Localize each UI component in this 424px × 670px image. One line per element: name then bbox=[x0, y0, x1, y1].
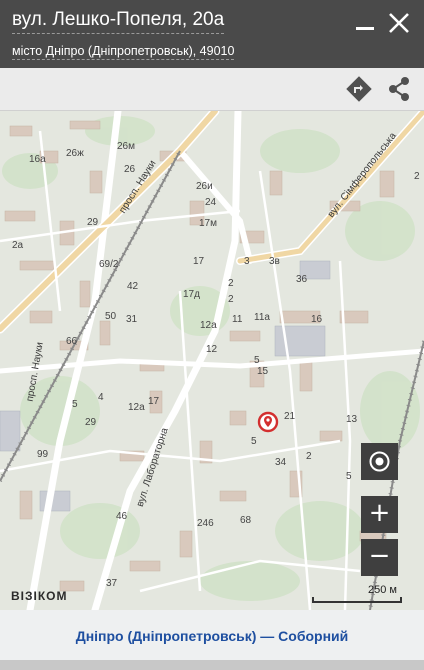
building-number: 16 bbox=[311, 314, 323, 325]
building-number: 12а bbox=[128, 402, 145, 413]
building-number: 3в bbox=[269, 256, 280, 267]
building-number: 5 bbox=[251, 436, 257, 447]
route-icon bbox=[346, 76, 372, 102]
address-title[interactable]: вул. Лешко-Попеля, 20а bbox=[12, 9, 225, 34]
building-number: 2 bbox=[414, 171, 420, 182]
location-marker[interactable] bbox=[257, 411, 279, 435]
share-icon bbox=[389, 77, 409, 101]
locate-button[interactable] bbox=[361, 443, 398, 480]
building-number: 16а bbox=[29, 154, 46, 165]
building-number: 17 bbox=[193, 256, 205, 267]
map-view[interactable]: просп. Науки просп. Науки вул. Лаборатор… bbox=[0, 111, 424, 610]
building-number: 99 bbox=[37, 449, 49, 460]
building-number: 15 bbox=[257, 366, 269, 377]
building-number: 26и bbox=[196, 181, 213, 192]
district-link[interactable]: Дніпро (Дніпропетровськ) — Соборний bbox=[76, 628, 349, 644]
city-subtitle[interactable]: місто Дніпро (Дніпропетровськ), 49010 bbox=[12, 44, 235, 60]
building-number: 21 bbox=[284, 411, 296, 422]
building-number: 246 bbox=[197, 518, 214, 529]
building-number: 2а bbox=[12, 240, 24, 251]
building-number: 36 bbox=[296, 274, 308, 285]
close-button[interactable] bbox=[384, 8, 414, 38]
building-number: 17м bbox=[199, 218, 217, 229]
building-number: 5 bbox=[346, 471, 352, 482]
building-number: 66 bbox=[66, 336, 78, 347]
building-number: 17 bbox=[148, 396, 160, 407]
building-number: 34 bbox=[275, 457, 287, 468]
building-number: 26 bbox=[124, 164, 136, 175]
building-number: 5 bbox=[254, 355, 260, 366]
building-number: 17д bbox=[183, 289, 200, 300]
building-number: 29 bbox=[87, 217, 99, 228]
building-number: 26м bbox=[117, 141, 135, 152]
building-number: 2 bbox=[228, 294, 234, 305]
visicom-logo: ВІЗІКОМ bbox=[11, 589, 68, 603]
share-button[interactable] bbox=[384, 74, 414, 104]
minimize-button[interactable] bbox=[350, 8, 380, 38]
locate-icon bbox=[369, 451, 390, 472]
building-number: 24 bbox=[205, 197, 217, 208]
building-number: 46 bbox=[116, 511, 128, 522]
building-number: 5 bbox=[72, 399, 78, 410]
header-bar: вул. Лешко-Попеля, 20а місто Дніпро (Дні… bbox=[0, 0, 424, 68]
building-number: 13 bbox=[346, 414, 358, 425]
building-number: 31 bbox=[126, 314, 138, 325]
building-number: 42 bbox=[127, 281, 139, 292]
building-number: 50 bbox=[105, 311, 117, 322]
building-number: 29 bbox=[85, 417, 97, 428]
bottom-strip bbox=[0, 660, 424, 670]
building-number: 69/2 bbox=[99, 259, 119, 270]
building-number: 4 bbox=[98, 392, 104, 403]
building-number: 11а bbox=[254, 312, 270, 323]
building-number: 11 bbox=[232, 314, 243, 325]
building-number: 2 bbox=[228, 278, 234, 289]
zoom-out-button[interactable]: − bbox=[361, 539, 398, 576]
building-number: 12а bbox=[200, 320, 217, 331]
minimize-icon bbox=[356, 27, 374, 30]
footer-bar: Дніпро (Дніпропетровськ) — Соборний bbox=[0, 610, 424, 660]
building-number: 26ж bbox=[66, 148, 84, 159]
building-number: 3 bbox=[244, 256, 250, 267]
scale-bar bbox=[312, 597, 402, 603]
map-toolbar bbox=[0, 68, 424, 111]
close-icon bbox=[389, 13, 409, 33]
scale-label: 250 м bbox=[368, 584, 397, 596]
building-number: 12 bbox=[206, 344, 218, 355]
building-number: 2 bbox=[306, 451, 312, 462]
building-number: 37 bbox=[106, 578, 118, 589]
location-pin-icon bbox=[257, 411, 279, 433]
zoom-in-button[interactable]: + bbox=[361, 496, 398, 533]
route-button[interactable] bbox=[344, 74, 374, 104]
building-number: 68 bbox=[240, 515, 252, 526]
